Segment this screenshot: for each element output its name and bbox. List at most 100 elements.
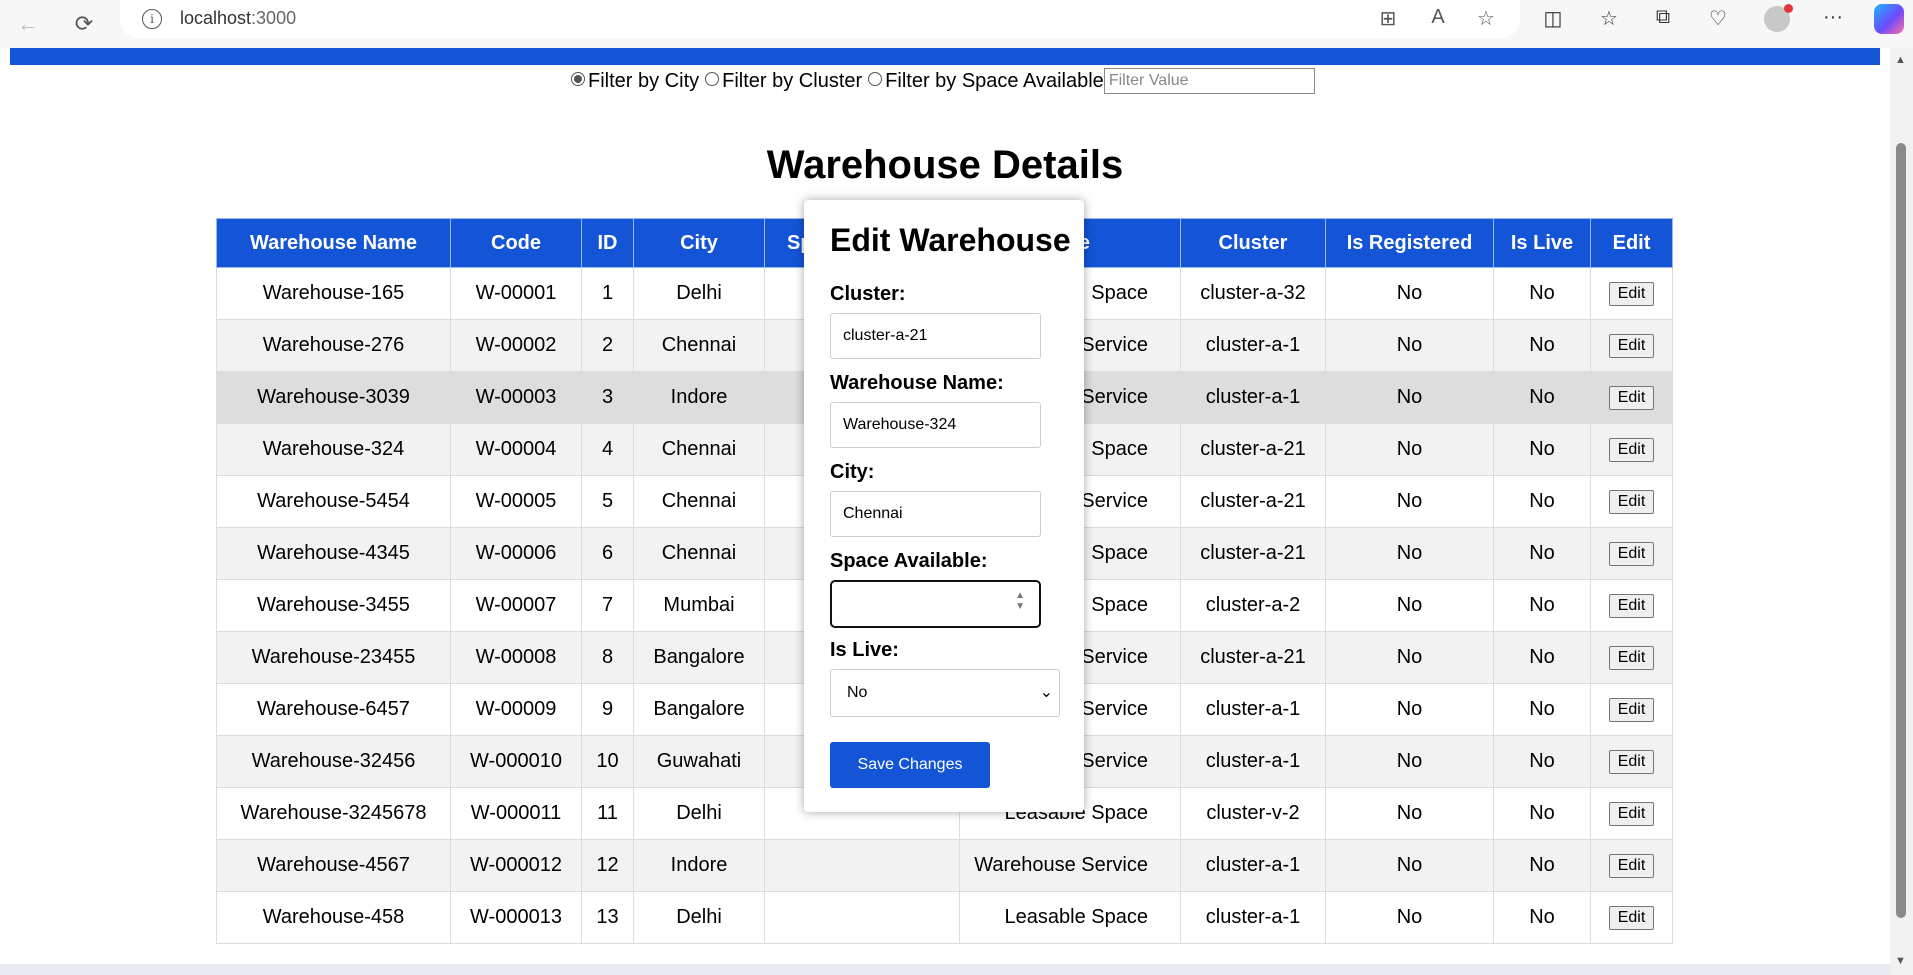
cell-code: W-00007 [450, 579, 582, 632]
scrollbar-thumb[interactable] [1896, 143, 1906, 918]
cell-id: 5 [581, 475, 634, 528]
cell-registered: No [1325, 787, 1494, 840]
cell-id: 2 [581, 319, 634, 372]
cell-cluster: cluster-a-21 [1180, 475, 1326, 528]
address-url: localhost:3000 [180, 8, 296, 29]
cell-code: W-00009 [450, 683, 582, 736]
vertical-scrollbar[interactable]: ▲ ▼ [1890, 48, 1913, 975]
cell-name: Warehouse-3039 [216, 371, 451, 424]
edit-row-button[interactable]: Edit [1608, 386, 1655, 410]
scroll-up-icon[interactable]: ▲ [1895, 54, 1906, 66]
edit-row-button[interactable]: Edit [1608, 646, 1655, 670]
filter-city-label[interactable]: Filter by City [588, 70, 699, 93]
modal-title: Edit Warehouse [830, 222, 1071, 258]
edit-row-button[interactable]: Edit [1608, 750, 1655, 774]
cell-edit: Edit [1590, 787, 1673, 840]
more-options-icon[interactable]: ··· [1818, 6, 1848, 29]
cell-live: No [1493, 683, 1591, 736]
cell-name: Warehouse-32456 [216, 735, 451, 788]
city-field[interactable]: Chennai [830, 491, 1041, 537]
is-live-label: Is Live: [830, 639, 899, 661]
cell-registered: No [1325, 267, 1494, 320]
filter-space-radio[interactable] [868, 72, 883, 86]
read-aloud-icon[interactable]: A [1424, 6, 1452, 29]
filter-value-input[interactable]: Filter Value [1103, 68, 1315, 94]
cell-city: Delhi [633, 891, 765, 944]
app-available-icon[interactable]: ⊞ [1374, 6, 1402, 31]
browser-essentials-icon[interactable]: ♡ [1703, 6, 1733, 31]
top-blue-bar [10, 48, 1880, 65]
cell-name: Warehouse-6457 [216, 683, 451, 736]
split-screen-icon[interactable]: ◫ [1538, 6, 1568, 31]
favorites-icon[interactable]: ☆ [1594, 6, 1624, 31]
cell-id: 12 [581, 839, 634, 892]
filter-city-radio[interactable] [571, 72, 585, 86]
number-stepper-icon[interactable]: ▲ ▼ [1015, 590, 1025, 612]
cell-name: Warehouse-23455 [216, 631, 451, 684]
edit-row-button[interactable]: Edit [1608, 438, 1655, 462]
filter-cluster-label[interactable]: Filter by Cluster [722, 70, 862, 93]
collections-icon[interactable]: ⧉ [1648, 6, 1678, 29]
edit-row-button[interactable]: Edit [1608, 542, 1655, 566]
cell-live: No [1493, 319, 1591, 372]
site-info-icon[interactable]: i [142, 9, 162, 29]
cell-name: Warehouse-3245678 [216, 787, 451, 840]
cell-edit: Edit [1590, 423, 1673, 476]
filter-cluster-radio[interactable] [705, 72, 720, 86]
cell-name: Warehouse-4345 [216, 527, 451, 580]
edit-row-button[interactable]: Edit [1608, 854, 1655, 878]
save-changes-button[interactable]: Save Changes [830, 742, 990, 788]
space-available-field[interactable]: ▲ ▼ [830, 580, 1041, 628]
url-host: localhost [180, 8, 252, 28]
cell-space [764, 839, 960, 892]
cell-edit: Edit [1590, 891, 1673, 944]
filter-space-label[interactable]: Filter by Space Available [885, 70, 1104, 93]
table-row: Warehouse-4567 W-000012 12 Indore Warehouse … [216, 839, 1673, 892]
cell-name: Warehouse-165 [216, 267, 451, 320]
is-live-select[interactable]: No ⌄ [830, 669, 1060, 717]
copilot-icon[interactable] [1874, 4, 1904, 34]
cell-id: 9 [581, 683, 634, 736]
cell-id: 13 [581, 891, 634, 944]
scroll-down-icon[interactable]: ▼ [1895, 955, 1906, 967]
space-available-label: Space Available: [830, 550, 988, 572]
cluster-field[interactable]: cluster-a-21 [830, 313, 1041, 359]
cell-code: W-00002 [450, 319, 582, 372]
cell-code: W-00001 [450, 267, 582, 320]
cell-cluster: cluster-a-1 [1180, 891, 1326, 944]
col-header-code: Code [450, 218, 582, 268]
edit-row-button[interactable]: Edit [1608, 802, 1655, 826]
page-bottom-strip [0, 964, 1890, 975]
edit-row-button[interactable]: Edit [1608, 698, 1655, 722]
cell-live: No [1493, 371, 1591, 424]
city-label: City: [830, 461, 875, 483]
refresh-icon[interactable]: ⟳ [66, 6, 102, 42]
edit-row-button[interactable]: Edit [1608, 282, 1655, 306]
cell-code: W-00004 [450, 423, 582, 476]
edit-row-button[interactable]: Edit [1608, 490, 1655, 514]
warehouse-name-field[interactable]: Warehouse-324 [830, 402, 1041, 448]
cell-city: Guwahati [633, 735, 765, 788]
cell-cluster: cluster-a-1 [1180, 735, 1326, 788]
cell-cluster: cluster-a-21 [1180, 423, 1326, 476]
cell-name: Warehouse-3455 [216, 579, 451, 632]
cell-cluster: cluster-v-2 [1180, 787, 1326, 840]
col-header-cluster: Cluster [1180, 218, 1326, 268]
profile-avatar[interactable] [1764, 4, 1793, 32]
cell-registered: No [1325, 371, 1494, 424]
address-bar[interactable]: i localhost:3000 ⊞ A ☆ [120, 0, 1520, 38]
cell-code: W-00006 [450, 527, 582, 580]
browser-toolbar: ← ⟳ i localhost:3000 ⊞ A ☆ ◫ ☆ ⧉ ♡ ··· [0, 0, 1913, 48]
edit-row-button[interactable]: Edit [1608, 906, 1655, 930]
back-icon[interactable]: ← [10, 6, 46, 42]
chevron-down-icon: ⌄ [1039, 684, 1053, 701]
cell-city: Bangalore [633, 631, 765, 684]
edit-row-button[interactable]: Edit [1608, 594, 1655, 618]
col-header-id: ID [581, 218, 634, 268]
favorite-star-icon[interactable]: ☆ [1472, 6, 1500, 31]
cell-name: Warehouse-458 [216, 891, 451, 944]
cell-id: 10 [581, 735, 634, 788]
cell-registered: No [1325, 527, 1494, 580]
cell-city: Chennai [633, 423, 765, 476]
edit-row-button[interactable]: Edit [1608, 334, 1655, 358]
